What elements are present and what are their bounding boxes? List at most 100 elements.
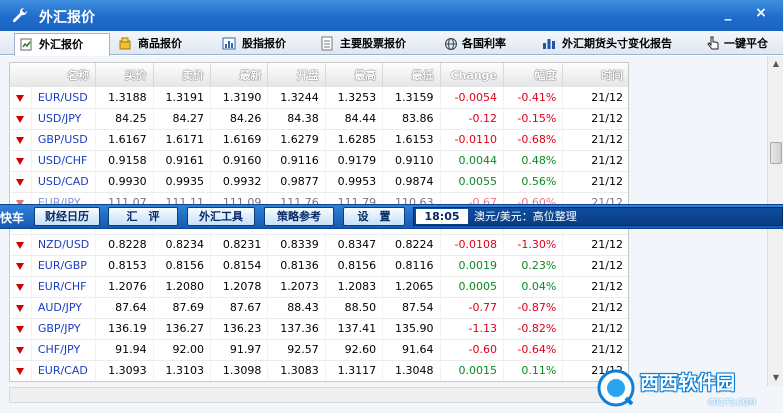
tab-bar: 外汇报价 商品报价 股指报价 主要股票报价 各国利率 外汇期货头寸变化报告 一键… [0,31,783,56]
cell-change: 0.0019 [440,255,505,277]
cell-open: 1.3244 [267,87,326,109]
bar-chart-icon [543,39,555,49]
row-indicator [10,339,32,361]
strategy-reference-button[interactable]: 策略参考 [264,207,334,226]
forex-commentary-button[interactable]: 汇 评 [108,207,178,226]
cell-ask: 84.27 [153,108,212,130]
cell-low: 135.90 [382,318,441,340]
tab-one-click-close[interactable]: 一键平仓 [704,33,783,55]
ticker-headline[interactable]: 澳元/美元：高位整理 [474,209,577,225]
table-row[interactable]: CHF/JPY 91.94 92.00 91.97 92.57 92.60 91.64 -0.… [10,339,628,361]
row-indicator [10,297,32,319]
cell-time: 21/12 [562,150,628,172]
down-arrow-icon [16,263,25,270]
table-header-row: 名称 买价 卖价 最新 开盘 最高 最低 Change 幅度 时间 [10,63,628,87]
table-row[interactable]: GBP/USD 1.6167 1.6171 1.6169 1.6279 1.6285 1.6… [10,129,628,151]
cell-symbol: USD/JPY [31,108,97,130]
news-ticker[interactable]: 18:05 澳元/美元：高位整理 [413,207,783,226]
minimize-button[interactable]: _ [715,2,741,24]
down-arrow-icon [16,326,25,333]
forex-icon [20,38,32,51]
tab-label: 一键平仓 [724,37,768,50]
forex-tools-button[interactable]: 外汇工具 [187,207,255,226]
column-header-high[interactable]: 最高 [325,63,384,87]
close-button[interactable]: × [748,2,774,24]
down-arrow-icon [16,242,25,249]
column-header-time[interactable]: 时间 [562,63,628,87]
down-arrow-icon [16,368,25,375]
table-row[interactable]: USD/CAD 0.9930 0.9935 0.9932 0.9877 0.9953 0.9… [10,171,628,193]
column-header-open[interactable]: 开盘 [267,63,326,87]
cell-last: 0.9932 [210,171,269,193]
column-header-ask[interactable]: 卖价 [153,63,212,87]
tab-index-quotes[interactable]: 股指报价 [220,33,300,55]
cell-time: 21/12 [562,276,628,298]
column-header-bid[interactable]: 买价 [95,63,154,87]
document-icon [321,36,333,51]
scrollbar-thumb[interactable] [770,142,782,164]
cell-high: 1.6285 [325,129,384,151]
column-header-name[interactable]: 名称 [10,63,97,87]
cell-time: 21/12 [562,318,628,340]
cell-open: 92.57 [267,339,326,361]
cell-low: 1.2065 [382,276,441,298]
row-indicator [10,129,32,151]
cell-open: 137.36 [267,318,326,340]
cell-last: 0.8231 [210,234,269,256]
cell-time: 21/12 [562,234,628,256]
cell-ask: 0.8234 [153,234,212,256]
table-row[interactable]: EUR/CAD 1.3093 1.3103 1.3098 1.3083 1.3117 1.3… [10,360,628,381]
cell-change: -0.12 [440,108,505,130]
cell-bid: 1.6167 [95,129,154,151]
cell-low: 0.8116 [382,255,441,277]
cell-time: 21/12 [562,171,628,193]
row-indicator [10,108,32,130]
table-row[interactable]: NZD/USD 0.8228 0.8234 0.8231 0.8339 0.8347 0.8… [10,234,628,256]
cell-high: 88.50 [325,297,384,319]
tab-futures-position-report[interactable]: 外汇期货头寸变化报告 [542,33,682,55]
table-row[interactable]: GBP/JPY 136.19 136.27 136.23 137.36 137.41 135… [10,318,628,340]
tab-forex-quotes[interactable]: 外汇报价 [14,33,110,56]
column-header-low[interactable]: 最低 [382,63,441,87]
down-arrow-icon [16,94,25,102]
table-row[interactable]: EUR/GBP 0.8153 0.8156 0.8154 0.8136 0.8156 0.8… [10,255,628,277]
table-row[interactable]: EUR/USD 1.3188 1.3191 1.3190 1.3244 1.3253 1.3… [10,87,628,109]
cell-open: 0.9116 [267,150,326,172]
cell-ask: 87.69 [153,297,212,319]
tab-label: 各国利率 [462,37,506,50]
cell-time: 21/12 [562,297,628,319]
column-header-change[interactable]: Change [440,63,505,87]
column-header-percent[interactable]: 幅度 [503,63,564,87]
table-row[interactable]: USD/CHF 0.9158 0.9161 0.9160 0.9116 0.9179 0.9… [10,150,628,172]
index-chart-icon [222,37,236,50]
cell-high: 0.8347 [325,234,384,256]
settings-button[interactable]: 设 置 [343,207,405,226]
cell-symbol: USD/CHF [31,150,97,172]
row-indicator [10,255,32,277]
down-arrow-icon [16,179,25,186]
table-row[interactable]: USD/JPY 84.25 84.27 84.26 84.38 84.44 83.86 -0.… [10,108,628,130]
cell-bid: 0.8153 [95,255,154,277]
tab-major-stock-quotes[interactable]: 主要股票报价 [318,33,418,55]
tab-commodity-quotes[interactable]: 商品报价 [116,33,196,55]
cell-change: 0.0015 [440,360,505,381]
row-indicator [10,360,32,381]
table-row[interactable]: AUD/JPY 87.64 87.69 87.67 88.43 88.50 87.54 -0.… [10,297,628,319]
cell-change: 0.0044 [440,150,505,172]
cell-time: 21/12 [562,129,628,151]
cell-high: 92.60 [325,339,384,361]
cell-percent: 0.48% [503,150,564,172]
cell-symbol: EUR/CHF [31,276,97,298]
cell-ask: 1.2080 [153,276,212,298]
cell-time: 21/12 [562,87,628,109]
column-header-last[interactable]: 最新 [210,63,269,87]
commodity-icon [119,37,131,50]
tab-interest-rates[interactable]: 各国利率 [442,33,522,55]
scroll-up-arrow-icon[interactable]: ▲ [768,56,783,72]
cell-percent: -1.30% [503,234,564,256]
window-title: 外汇报价 [39,10,95,26]
cell-open: 84.38 [267,108,326,130]
table-row[interactable]: EUR/CHF 1.2076 1.2080 1.2078 1.2073 1.2083 1.2… [10,276,628,298]
economic-calendar-button[interactable]: 财经日历 [34,207,100,226]
horizontal-scrollbar[interactable] [9,387,629,403]
